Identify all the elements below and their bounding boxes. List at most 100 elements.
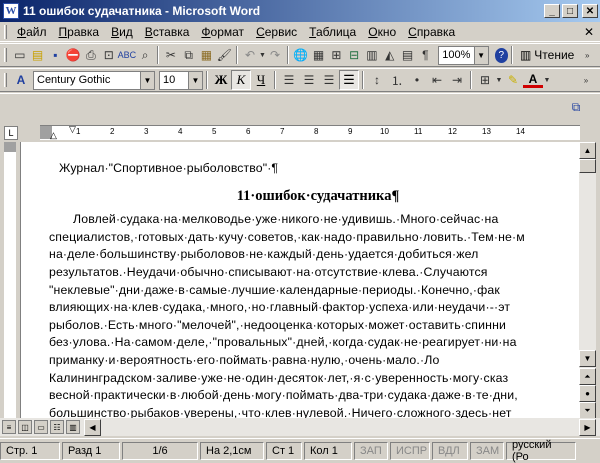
ruler-tick: 6 — [246, 127, 251, 136]
numbering-icon[interactable]: ⒈ — [387, 70, 407, 90]
italic-button[interactable]: К — [231, 70, 251, 90]
insert-excel-icon[interactable]: ⊟ — [345, 45, 363, 65]
menu-file[interactable]: Файл — [11, 25, 53, 39]
underline-button[interactable]: Ч — [251, 70, 271, 90]
previous-page-icon[interactable]: ⏶ — [579, 368, 596, 385]
font-color-dropdown-icon[interactable]: ▼ — [543, 70, 551, 90]
spelling-icon[interactable]: ABC — [118, 45, 137, 65]
tables-borders-icon[interactable]: ▦ — [310, 45, 328, 65]
toolbar-grip[interactable] — [4, 48, 7, 62]
maximize-button[interactable]: □ — [562, 4, 578, 18]
align-right-icon[interactable]: ☰ — [319, 70, 339, 90]
menu-window[interactable]: Окно — [362, 25, 402, 39]
status-language[interactable]: русский (Ро — [506, 439, 576, 463]
chevron-down-icon[interactable]: ▼ — [188, 71, 202, 89]
first-line-indent-marker[interactable]: ▽ — [69, 124, 76, 135]
scroll-left-icon[interactable]: ◀ — [84, 418, 101, 436]
new-document-icon[interactable]: ▭ — [11, 45, 29, 65]
undo-icon[interactable]: ↶ — [241, 45, 259, 65]
permission-icon[interactable]: ⛔ — [64, 45, 82, 65]
bold-button[interactable]: Ж — [211, 70, 231, 90]
browse-object-icon[interactable]: ● — [579, 385, 596, 402]
close-button[interactable]: ✕ — [582, 4, 598, 18]
menu-help[interactable]: Справка — [402, 25, 461, 39]
menu-table[interactable]: Таблица — [303, 25, 362, 39]
help-icon[interactable]: ? — [494, 47, 508, 63]
paragraph-line: рыболов.·Есть·много·"мелочей",·недооценк… — [49, 317, 507, 332]
borders-icon[interactable]: ⊞ — [475, 70, 495, 90]
scroll-up-icon[interactable]: ▲ — [579, 142, 596, 159]
styles-icon[interactable]: A — [11, 70, 31, 90]
horizontal-ruler[interactable]: 1 2 3 4 5 6 7 8 9 10 11 12 13 14 ▽ △ — [40, 124, 580, 141]
web-view-icon[interactable]: ◫ — [18, 420, 32, 434]
drawing-icon[interactable]: ◭ — [381, 45, 399, 65]
toolbar-grip[interactable] — [4, 24, 7, 39]
insert-table-icon[interactable]: ⊞ — [327, 45, 345, 65]
decrease-indent-icon[interactable]: ⇤ — [427, 70, 447, 90]
outline-view-icon[interactable]: ☷ — [50, 420, 64, 434]
redo-icon[interactable]: ↷ — [266, 45, 284, 65]
menu-edit[interactable]: Правка — [53, 25, 106, 39]
bullets-icon[interactable]: • — [407, 70, 427, 90]
document-text[interactable]: Журнал·"Спортивное·рыболовство"·¶ 11·оши… — [49, 142, 579, 418]
horizontal-scroll-track[interactable] — [101, 419, 579, 435]
font-size-select[interactable]: 10 ▼ — [159, 70, 203, 90]
reviewing-pane-icon[interactable]: ⧉ — [566, 98, 586, 118]
menu-view[interactable]: Вид — [105, 25, 139, 39]
justify-icon[interactable]: ☰ — [339, 70, 359, 90]
scroll-down-icon[interactable]: ▼ — [579, 350, 596, 367]
normal-view-icon[interactable]: ≡ — [2, 420, 16, 434]
toolbar-grip[interactable] — [4, 73, 7, 87]
copy-icon[interactable]: ⧉ — [180, 45, 198, 65]
increase-indent-icon[interactable]: ⇥ — [447, 70, 467, 90]
status-track-changes[interactable]: ИСПР — [390, 441, 430, 460]
window-title: 11 ошибок судачатника - Microsoft Word — [23, 4, 261, 18]
open-icon[interactable]: ▤ — [29, 45, 47, 65]
toolbar-options-icon[interactable]: » — [578, 45, 596, 65]
document-map-icon[interactable]: ▤ — [399, 45, 417, 65]
print-icon[interactable]: ⎙ — [82, 45, 100, 65]
print-preview-icon[interactable]: ⊡ — [100, 45, 118, 65]
read-mode-button[interactable]: ▥ Чтение — [516, 48, 578, 62]
chevron-down-icon[interactable]: ▼ — [473, 46, 488, 64]
align-center-icon[interactable]: ☰ — [299, 70, 319, 90]
align-left-icon[interactable]: ☰ — [279, 70, 299, 90]
paste-icon[interactable]: ▦ — [198, 45, 216, 65]
research-icon[interactable]: ⌕ — [136, 45, 154, 65]
chevron-down-icon[interactable]: ▼ — [140, 71, 154, 89]
menu-close-doc-icon[interactable]: ✕ — [584, 25, 594, 39]
save-icon[interactable]: ▪ — [46, 45, 64, 65]
status-overtype[interactable]: ЗАМ — [470, 441, 504, 460]
columns-icon[interactable]: ▥ — [363, 45, 381, 65]
line-spacing-icon[interactable]: ↕ — [367, 70, 387, 90]
menu-tools[interactable]: Сервис — [250, 25, 303, 39]
status-extend[interactable]: ВДЛ — [432, 441, 468, 460]
vertical-scrollbar[interactable]: ▲ ▼ ⏶ ● ⏷ — [579, 142, 596, 419]
font-select[interactable]: Century Gothic ▼ — [33, 70, 155, 90]
undo-dropdown-icon[interactable]: ▼ — [259, 45, 266, 65]
left-indent-marker[interactable]: △ — [50, 130, 57, 141]
menu-insert[interactable]: Вставка — [139, 25, 196, 39]
zoom-select[interactable]: 100% ▼ — [438, 45, 489, 65]
scroll-right-icon[interactable]: ▶ — [579, 418, 596, 436]
tab-selector[interactable]: L — [4, 125, 18, 140]
hyperlink-icon[interactable]: 🌐 — [292, 45, 310, 65]
highlight-icon[interactable]: ✎ — [503, 70, 523, 90]
toolbar-options-icon[interactable]: » — [576, 70, 596, 90]
document-area[interactable]: Журнал·"Спортивное·рыболовство"·¶ 11·оши… — [20, 142, 579, 418]
paragraph-line: на·деле·большинству·рыболовов·не·каждый·… — [49, 247, 479, 262]
print-layout-icon[interactable]: ▭ — [34, 420, 48, 434]
cut-icon[interactable]: ✂ — [162, 45, 180, 65]
format-painter-icon[interactable]: 🖌 — [215, 45, 233, 65]
borders-dropdown-icon[interactable]: ▼ — [495, 70, 503, 90]
reading-view-icon[interactable]: ▥ — [66, 420, 80, 434]
show-hide-icon[interactable]: ¶ — [416, 45, 434, 65]
minimize-button[interactable]: _ — [544, 4, 560, 18]
status-record[interactable]: ЗАП — [354, 441, 388, 460]
scroll-thumb[interactable] — [579, 159, 596, 173]
horizontal-scrollbar[interactable]: ≡ ◫ ▭ ☷ ▥ ◀ ▶ — [0, 418, 600, 436]
menu-format[interactable]: Формат — [195, 25, 250, 39]
vertical-ruler[interactable] — [0, 142, 20, 418]
font-color-icon[interactable]: A — [523, 72, 543, 88]
next-page-icon[interactable]: ⏷ — [579, 402, 596, 419]
